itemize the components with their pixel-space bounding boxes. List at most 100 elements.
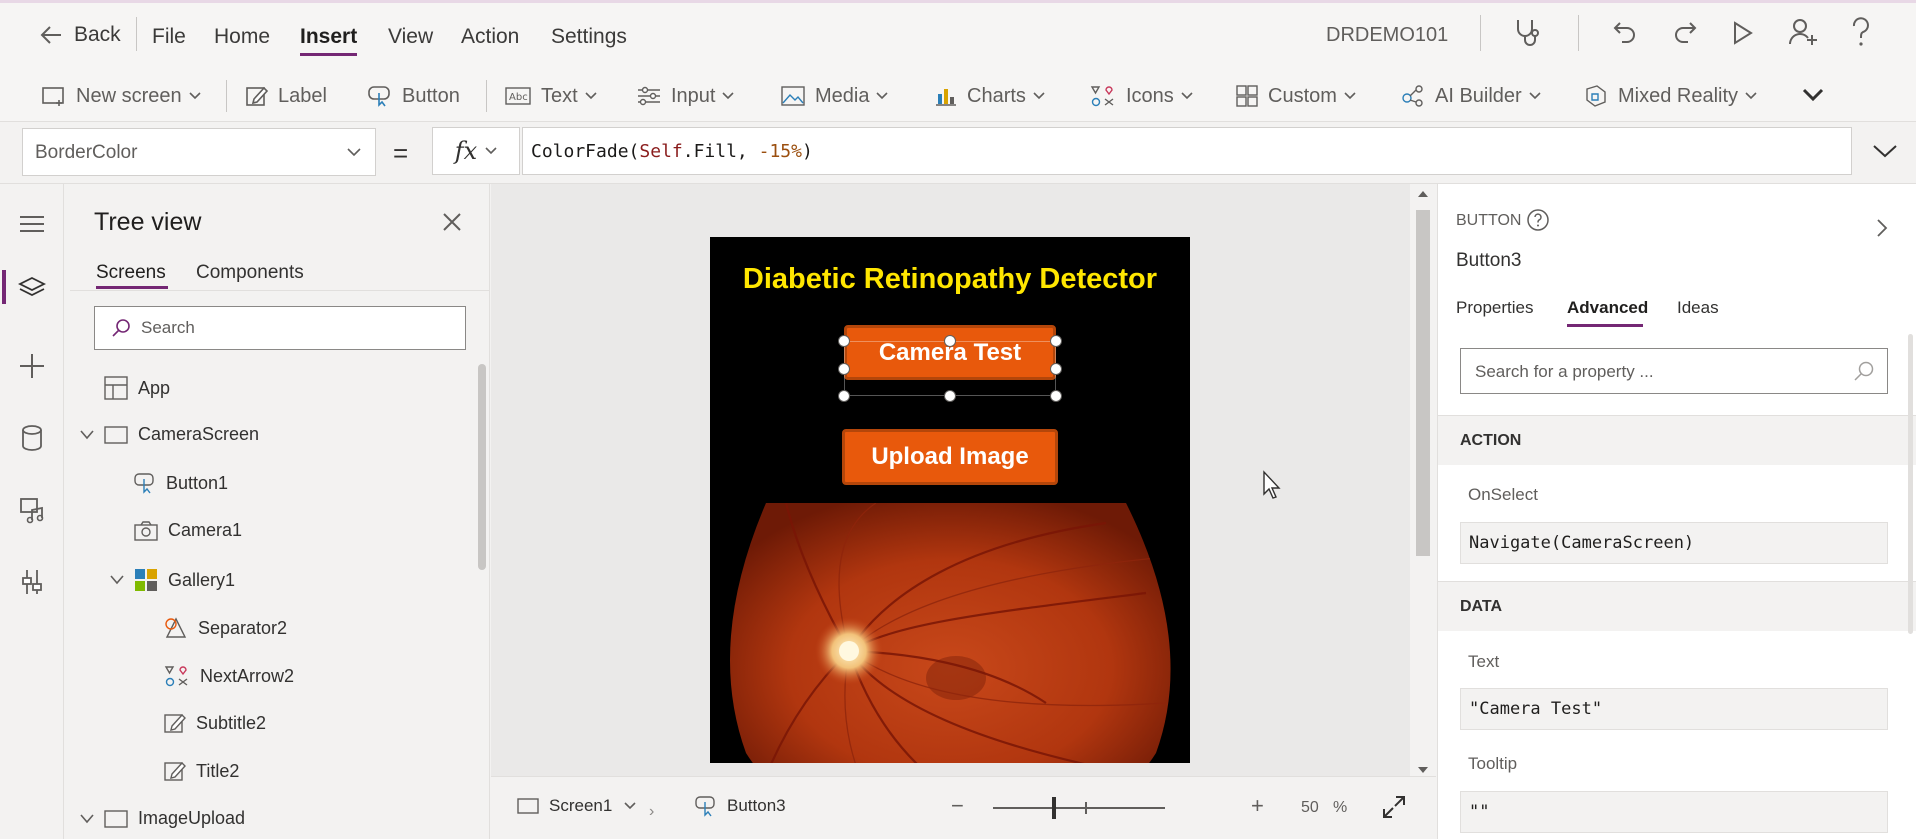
media-menu[interactable]: Media (781, 79, 898, 113)
property-dropdown[interactable]: BorderColor (22, 128, 376, 176)
back-button[interactable]: Back (40, 23, 121, 47)
chevron-right-icon[interactable] (1876, 218, 1888, 238)
tree-item-label: CameraScreen (138, 424, 260, 444)
custom-components-icon (1236, 85, 1268, 107)
data-cylinder-icon[interactable] (18, 424, 46, 452)
tree-search-input[interactable]: Search (94, 306, 466, 350)
formula-input[interactable]: ColorFade(Self.Fill, -15%) (522, 127, 1852, 175)
stethoscope-icon[interactable] (1513, 17, 1541, 47)
onselect-input[interactable]: Navigate(CameraScreen) (1460, 522, 1888, 564)
tab-screens[interactable]: Screens (96, 262, 166, 284)
resize-handle-bottom-left[interactable] (838, 390, 850, 402)
menu-insert[interactable]: Insert (300, 25, 358, 56)
tree-scrollbar[interactable] (478, 364, 486, 570)
icons-menu[interactable]: Icons (1090, 79, 1203, 113)
menu-home[interactable]: Home (214, 25, 270, 49)
button-button[interactable]: Button (368, 79, 460, 113)
zoom-slider-track[interactable] (993, 807, 1165, 809)
screen-icon (104, 425, 138, 444)
new-screen-button[interactable]: New screen (42, 79, 211, 113)
share-user-icon[interactable] (1788, 17, 1818, 47)
text-menu[interactable]: Abc Text (505, 79, 607, 113)
hamburger-menu-icon[interactable] (18, 214, 46, 234)
resize-handle-top-right[interactable] (1050, 335, 1062, 347)
property-search-input[interactable]: Search for a property ... (1460, 348, 1888, 394)
ai-builder-menu[interactable]: AI Builder (1401, 79, 1551, 113)
play-icon[interactable] (1732, 21, 1754, 45)
layers-tree-view-icon[interactable] (18, 276, 46, 300)
retina-fundus-image[interactable] (726, 503, 1174, 763)
app-screen-preview[interactable]: Diabetic Retinopathy Detector Camera Tes… (710, 237, 1190, 763)
design-canvas[interactable]: Diabetic Retinopathy Detector Camera Tes… (491, 184, 1436, 776)
label-button[interactable]: Label (246, 79, 327, 113)
tree-item-camera1[interactable]: Camera1 (134, 520, 242, 541)
tab-ideas[interactable]: Ideas (1677, 298, 1719, 318)
screen-selector[interactable]: Screen1 (517, 796, 636, 816)
tooltip-input[interactable]: "" (1460, 791, 1888, 833)
tab-active-underline (96, 286, 168, 289)
canvas-scroll-thumb[interactable] (1416, 210, 1430, 556)
insert-plus-icon[interactable] (18, 352, 46, 380)
input-menu[interactable]: Input (637, 79, 744, 113)
menu-action[interactable]: Action (461, 25, 519, 49)
media-library-icon[interactable] (18, 496, 46, 524)
resize-handle-left[interactable] (838, 363, 850, 375)
equals-sign: = (393, 138, 409, 168)
property-value: BorderColor (35, 142, 138, 163)
tab-components[interactable]: Components (196, 262, 304, 284)
resize-handle-top[interactable] (944, 335, 956, 347)
tab-properties[interactable]: Properties (1456, 298, 1533, 318)
resize-handle-top-left[interactable] (838, 335, 850, 347)
tree-item-title2[interactable]: Title2 (164, 760, 239, 782)
custom-menu[interactable]: Custom (1236, 79, 1366, 113)
tree-item-button1[interactable]: Button1 (134, 472, 228, 494)
tree-item-label: Gallery1 (168, 569, 236, 590)
tree-item-gallery1[interactable]: Gallery1 (110, 568, 235, 592)
canvas-scrollbar[interactable] (1410, 184, 1436, 776)
text-property-input[interactable]: "Camera Test" (1460, 688, 1888, 730)
tree-item-subtitle2[interactable]: Subtitle2 (164, 712, 266, 734)
redo-icon[interactable] (1672, 19, 1698, 45)
charts-menu[interactable]: Charts (935, 79, 1055, 113)
scroll-down-icon[interactable] (1417, 766, 1429, 774)
help-circle-icon[interactable] (1526, 208, 1550, 232)
ribbon-expand-chevron-icon[interactable] (1802, 88, 1824, 102)
tree-item-separator2[interactable]: Separator2 (164, 616, 287, 640)
tree-item-app[interactable]: App (104, 376, 170, 400)
fit-to-window-icon[interactable] (1382, 795, 1406, 819)
upload-image-label: Upload Image (871, 443, 1029, 470)
resize-handle-bottom-right[interactable] (1050, 390, 1062, 402)
resize-handle-bottom[interactable] (944, 390, 956, 402)
function-picker-button[interactable]: fx (432, 127, 520, 175)
section-action[interactable]: ACTION (1438, 415, 1916, 465)
search-placeholder: Search (141, 318, 195, 337)
control-selector[interactable]: Button3 (695, 795, 786, 817)
tab-advanced[interactable]: Advanced (1567, 298, 1648, 318)
tree-item-imageupload[interactable]: ImageUpload (80, 808, 245, 829)
chevron-down-icon (624, 802, 636, 810)
zoom-slider-thumb[interactable] (1052, 797, 1056, 819)
app-title[interactable]: Diabetic Retinopathy Detector (710, 263, 1190, 296)
zoom-out-button[interactable]: − (951, 793, 964, 819)
tree-item-nextarrow2[interactable]: NextArrow2 (164, 664, 294, 688)
help-icon[interactable] (1850, 17, 1872, 47)
tree-item-camerascreen[interactable]: CameraScreen (80, 424, 259, 445)
advanced-tools-icon[interactable] (18, 568, 46, 596)
pane-scrollbar[interactable] (1908, 334, 1913, 634)
menu-settings[interactable]: Settings (551, 25, 627, 49)
scroll-up-icon[interactable] (1417, 190, 1429, 198)
mixed-reality-menu[interactable]: Mixed Reality (1584, 79, 1767, 113)
close-icon[interactable] (442, 212, 462, 232)
menu-file[interactable]: File (152, 25, 186, 49)
upload-image-button[interactable]: Upload Image (842, 429, 1058, 485)
control-name[interactable]: Button3 (1456, 250, 1522, 272)
chevron-down-icon (485, 147, 497, 155)
text-property-label: Text (1468, 652, 1500, 671)
resize-handle-right[interactable] (1050, 363, 1062, 375)
expand-formula-chevron-icon[interactable] (1872, 144, 1898, 158)
section-data[interactable]: DATA (1438, 581, 1916, 631)
undo-icon[interactable] (1612, 19, 1638, 45)
top-menu-bar: Back File Home Insert View Action Settin… (0, 0, 1916, 70)
zoom-in-button[interactable]: + (1251, 793, 1264, 819)
menu-view[interactable]: View (388, 25, 433, 49)
